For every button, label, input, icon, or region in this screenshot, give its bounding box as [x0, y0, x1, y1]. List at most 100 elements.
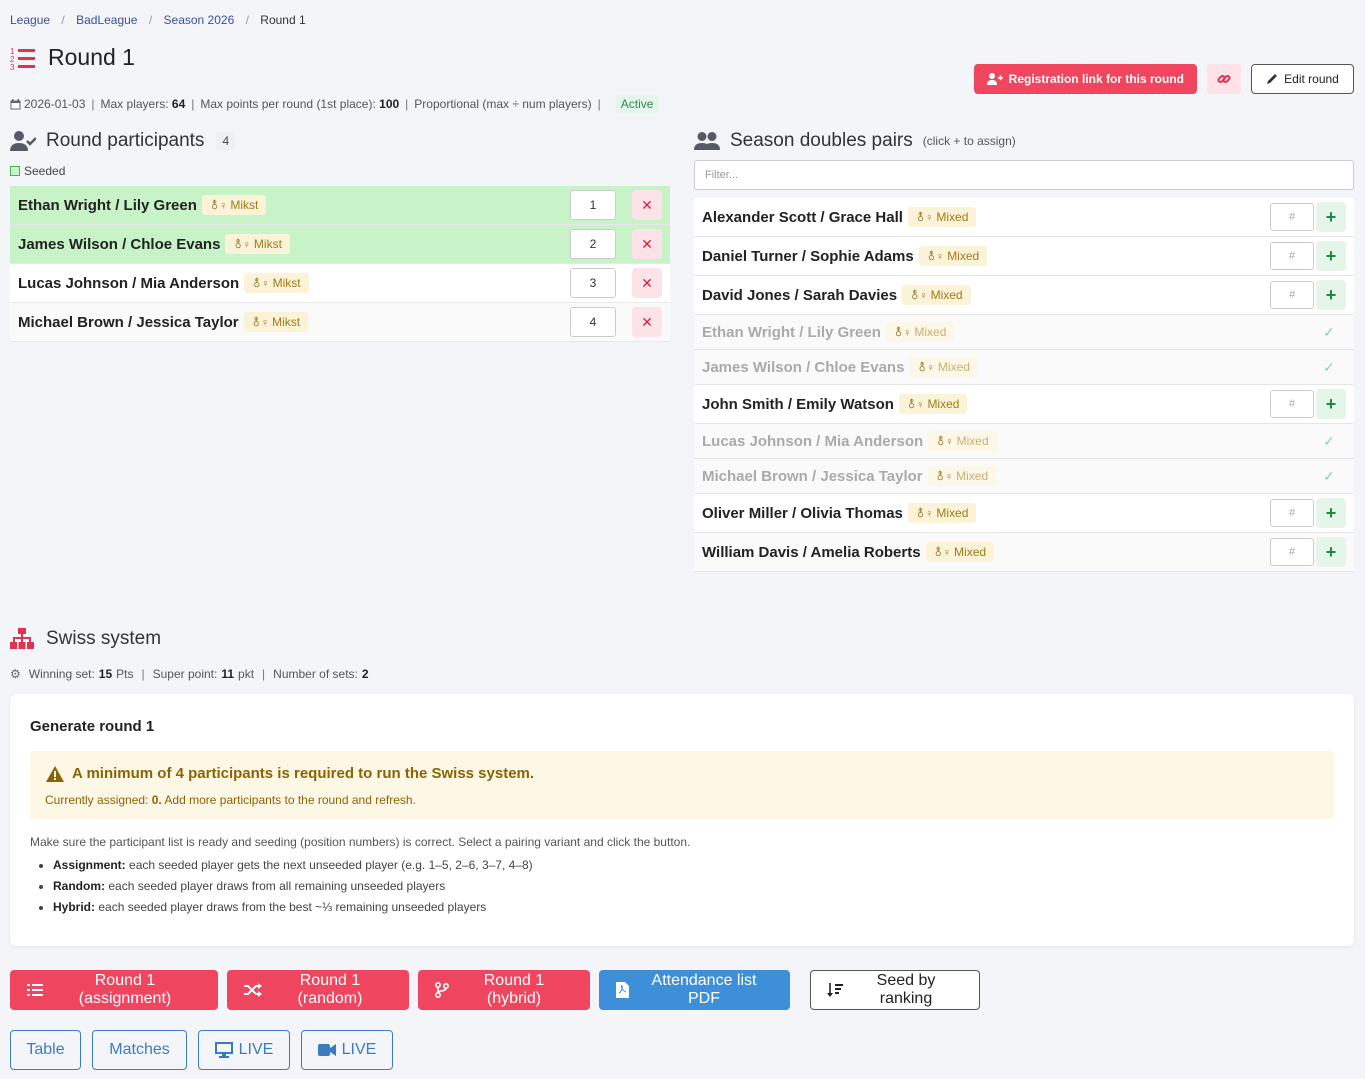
user-plus-icon — [986, 73, 1003, 85]
mixed-badge: ⚨♀ Mixed — [925, 542, 995, 562]
participants-header: Round participants 4 — [10, 130, 670, 152]
table-view-button[interactable]: Table — [10, 1030, 81, 1070]
pencil-icon — [1266, 73, 1278, 85]
mixed-badge: ⚨♀ Mixed — [902, 285, 971, 305]
position-input[interactable]: # — [1270, 499, 1314, 527]
generate-card: Generate round 1 A minimum of 4 particip… — [10, 694, 1354, 946]
seed-by-ranking-button[interactable]: Seed by ranking — [810, 970, 980, 1010]
participant-row: James Wilson / Chloe Evans ⚨♀ Mikst 2 ✕ — [10, 225, 670, 264]
close-icon: ✕ — [641, 235, 653, 252]
position-input[interactable]: # — [1270, 281, 1314, 309]
seed-input[interactable]: 3 — [570, 268, 616, 298]
round-assignment-button[interactable]: Round 1 (assignment) — [10, 970, 218, 1010]
mixed-badge: ⚨♀ Mixed — [918, 246, 988, 266]
pair-name: Oliver Miller / Olivia Thomas — [702, 504, 903, 522]
position-input[interactable]: # — [1270, 242, 1314, 270]
round-assignment-label: Round 1 (assignment) — [78, 972, 172, 1007]
round-random-label: Round 1 (random) — [297, 972, 363, 1007]
gender-icon: ⚨♀ — [251, 316, 270, 329]
round-hybrid-button[interactable]: Round 1 (hybrid) — [418, 970, 590, 1010]
remove-participant-button[interactable]: ✕ — [632, 190, 662, 220]
alert-subtext: Currently assigned: 0. Add more particip… — [45, 793, 416, 807]
seed-input[interactable]: 4 — [570, 307, 616, 337]
live-stream-button[interactable]: LIVE — [301, 1030, 393, 1070]
page-header: 1 2 3 Round 1 — [10, 44, 135, 71]
position-input[interactable]: # — [1270, 538, 1314, 566]
alert-title: A minimum of 4 participants is required … — [72, 765, 535, 782]
position-input[interactable]: # — [1270, 390, 1314, 418]
add-pair-button[interactable]: + — [1316, 202, 1346, 232]
winning-set-label: Winning set: — [28, 667, 95, 681]
pair-row: Alexander Scott / Grace Hall ⚨♀ Mixed # + — [694, 198, 1354, 237]
copy-link-button[interactable] — [1207, 64, 1241, 94]
add-pair-button[interactable]: + — [1316, 537, 1346, 567]
calendar-icon — [10, 98, 21, 110]
mixed-badge: ⚨♀ Mixed — [898, 394, 968, 414]
gender-icon: ⚨♀ — [893, 326, 912, 339]
pair-name: William Davis / Amelia Roberts — [702, 543, 921, 561]
generate-description: Make sure the participant list is ready … — [30, 835, 691, 849]
pair-name: John Smith / Emily Watson — [702, 395, 894, 413]
round-random-button[interactable]: Round 1 (random) — [227, 970, 409, 1010]
pair-name: James Wilson / Chloe Evans — [702, 358, 905, 376]
breadcrumb-separator: / — [148, 13, 153, 27]
round-date: 2026-01-03 — [24, 97, 86, 111]
swiss-header: Swiss system — [10, 628, 161, 650]
pair-row: Ethan Wright / Lily Green ⚨♀ Mixed ✓ — [694, 315, 1354, 350]
generate-title: Generate round 1 — [30, 718, 155, 735]
status-badge: Active — [614, 95, 660, 113]
remove-participant-button[interactable]: ✕ — [632, 229, 662, 259]
mixed-badge: ⚨♀ Mixed — [907, 503, 977, 523]
seed-input[interactable]: 2 — [570, 229, 616, 259]
edit-round-button[interactable]: Edit round — [1251, 64, 1354, 94]
check-icon: ✓ — [1323, 432, 1335, 449]
round-hybrid-label: Round 1 (hybrid) — [483, 972, 545, 1007]
breadcrumb-season[interactable]: Season 2026 — [164, 13, 235, 27]
participant-name: Lucas Johnson / Mia Anderson — [18, 274, 240, 292]
filter-input[interactable]: Filter... — [694, 160, 1354, 190]
pairs-list: Alexander Scott / Grace Hall ⚨♀ Mixed # +… — [694, 198, 1354, 572]
file-pdf-icon — [616, 982, 629, 998]
remove-participant-button[interactable]: ✕ — [632, 307, 662, 337]
edit-round-label: Edit round — [1284, 72, 1339, 86]
pair-row: Oliver Miller / Olivia Thomas ⚨♀ Mixed # … — [694, 494, 1354, 533]
generate-actions: Round 1 (assignment) Round 1 (random) Ro… — [10, 970, 980, 1010]
seeded-legend: Seeded — [10, 164, 670, 178]
max-points-label: Max points per round (1st place): — [200, 97, 376, 111]
attendance-pdf-button[interactable]: Attendance list PDF — [599, 970, 790, 1010]
registration-link-button[interactable]: Registration link for this round — [973, 64, 1197, 94]
mixed-badge: ⚨♀ Mixed — [885, 322, 955, 342]
round-meta: 2026-01-03 | Max players: 64 | Max point… — [10, 95, 660, 113]
add-pair-button[interactable]: + — [1316, 241, 1346, 271]
plus-icon: + — [1325, 502, 1337, 523]
svg-text:3: 3 — [10, 63, 15, 70]
list-item: Hybrid: each seeded player draws from th… — [53, 900, 533, 914]
remove-participant-button[interactable]: ✕ — [632, 268, 662, 298]
num-sets-value: 2 — [361, 667, 369, 681]
winning-set-value: 15 — [98, 667, 113, 681]
close-icon: ✕ — [641, 274, 653, 291]
matches-view-button[interactable]: Matches — [92, 1030, 187, 1070]
participant-row: Michael Brown / Jessica Taylor ⚨♀ Mikst 4… — [10, 303, 670, 342]
add-pair-button[interactable]: + — [1316, 389, 1346, 419]
pair-row: William Davis / Amelia Roberts ⚨♀ Mixed #… — [694, 533, 1354, 572]
round-participants-panel: Round participants 4 Seeded Ethan Wright… — [10, 130, 670, 342]
list-ol-icon — [27, 983, 43, 997]
participants-title: Round participants — [46, 130, 205, 151]
plus-icon: + — [1325, 393, 1337, 414]
users-icon — [694, 132, 720, 150]
seed-input[interactable]: 1 — [570, 190, 616, 220]
breadcrumb-league[interactable]: League — [10, 13, 50, 27]
breadcrumb-badleague[interactable]: BadLeague — [76, 13, 137, 27]
gender-icon: ⚨♀ — [910, 289, 928, 302]
position-input[interactable]: # — [1270, 203, 1314, 231]
pair-row: John Smith / Emily Watson ⚨♀ Mixed # + — [694, 385, 1354, 424]
live-display-button[interactable]: LIVE — [198, 1030, 290, 1070]
live-stream-label: LIVE — [341, 1041, 377, 1058]
gender-icon: ⚨♀ — [935, 470, 954, 483]
add-pair-button[interactable]: + — [1316, 280, 1346, 310]
breadcrumb-separator: / — [245, 13, 249, 27]
pair-row: David Jones / Sarah Davies ⚨♀ Mixed # + — [694, 276, 1354, 315]
sitemap-icon — [10, 628, 34, 650]
add-pair-button[interactable]: + — [1316, 498, 1346, 528]
